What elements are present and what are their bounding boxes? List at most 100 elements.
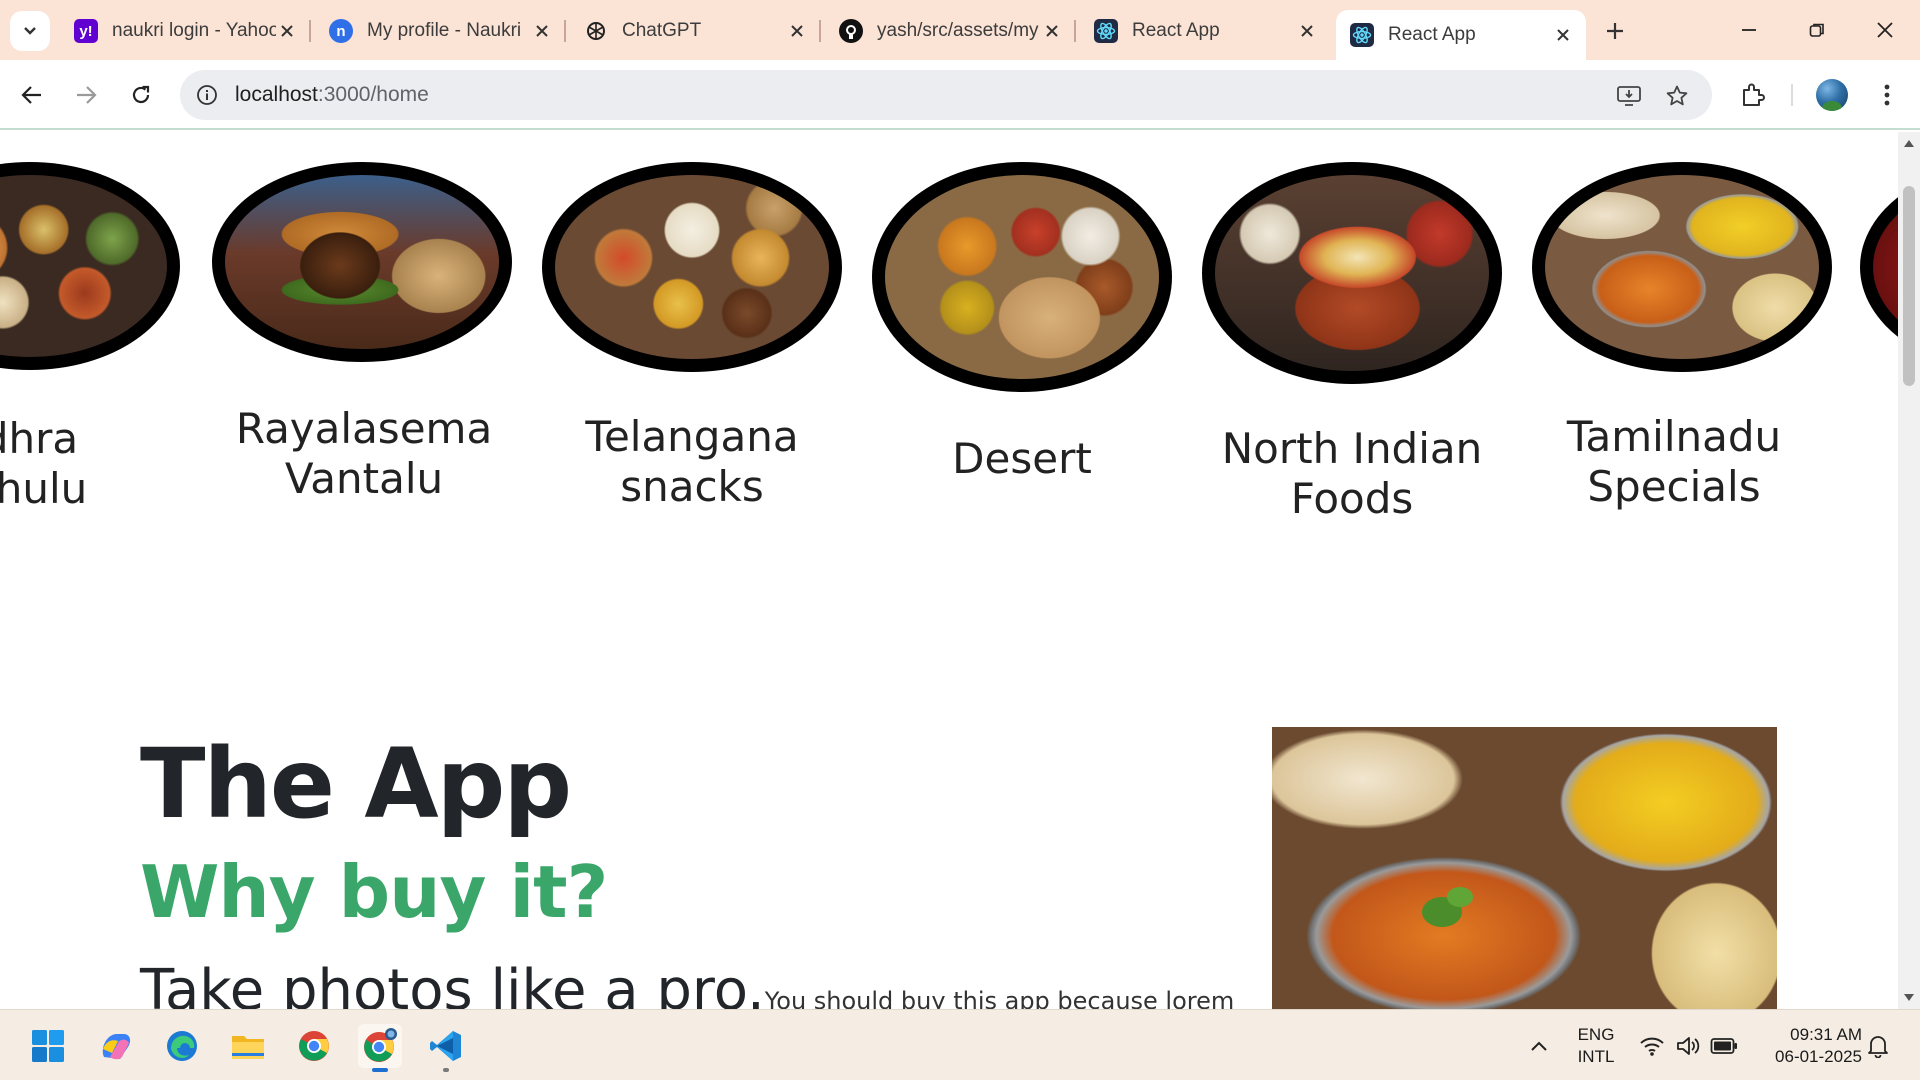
category-image — [1532, 162, 1832, 372]
profile-avatar[interactable] — [1816, 79, 1848, 111]
close-window-button[interactable] — [1860, 12, 1910, 48]
back-button[interactable] — [14, 77, 50, 113]
category-image — [872, 162, 1172, 392]
chrome-dev-icon[interactable] — [358, 1024, 402, 1072]
category-card[interactable]: North Indian Foods — [1200, 162, 1502, 582]
puzzle-icon — [1743, 83, 1765, 106]
copilot-icon[interactable] — [94, 1024, 138, 1068]
minimize-icon — [1742, 29, 1756, 31]
about-title: The App — [140, 728, 572, 840]
notifications-bell-icon[interactable] — [1856, 1024, 1900, 1068]
about-text: Take photos like a pro.You should buy th… — [140, 958, 1234, 1009]
about-body: You should buy this app because lorem — [764, 987, 1235, 1009]
tab-separator — [819, 20, 821, 42]
tab-title: yash/src/assets/my — [877, 20, 1039, 41]
scroll-up-arrow-icon[interactable] — [1904, 140, 1914, 147]
naukri-icon: n — [329, 19, 353, 43]
file-explorer-icon[interactable] — [226, 1024, 270, 1068]
extensions-button[interactable] — [1735, 77, 1771, 113]
windows-start-icon[interactable] — [26, 1024, 70, 1068]
tab-chatgpt[interactable]: ChatGPT — [570, 10, 821, 52]
scroll-down-arrow-icon[interactable] — [1904, 994, 1914, 1001]
tab-separator — [309, 20, 311, 42]
close-icon — [1877, 22, 1893, 38]
github-icon — [839, 19, 863, 43]
tab-react-app-active[interactable]: React App — [1336, 10, 1586, 60]
battery-icon[interactable] — [1702, 1024, 1746, 1068]
category-label: Rayalasema Vantalu — [235, 404, 493, 503]
tab-title: ChatGPT — [622, 20, 702, 41]
yahoo-icon: y! — [74, 19, 98, 43]
category-image — [0, 162, 180, 370]
close-icon[interactable] — [531, 20, 553, 42]
address-url[interactable]: localhost:3000/home — [235, 83, 429, 107]
scrollbar-thumb[interactable] — [1903, 186, 1915, 386]
plus-icon — [1607, 23, 1623, 39]
chevron-up-icon — [1531, 1041, 1547, 1051]
new-tab-button[interactable] — [1598, 14, 1632, 48]
close-icon[interactable] — [1296, 20, 1318, 42]
tab-title: React App — [1388, 24, 1476, 45]
category-card[interactable]: Telangana snacks — [540, 162, 842, 511]
category-card[interactable]: Rayalasema Vantalu — [210, 162, 512, 503]
arrow-left-icon — [21, 86, 41, 104]
tab-title: React App — [1132, 20, 1220, 41]
arrow-right-icon — [77, 86, 97, 104]
keyboard-layout: INTL — [1577, 1047, 1615, 1066]
forward-button[interactable] — [68, 77, 104, 113]
restore-icon — [1809, 23, 1824, 37]
tab-title: naukri login - Yahoo — [112, 20, 276, 41]
chevron-down-icon — [24, 27, 36, 35]
category-card[interactable]: Tamilnadu Specials — [1530, 162, 1832, 511]
clock[interactable]: 09:31 AM 06-01-2025 — [1750, 1024, 1862, 1068]
windows-taskbar: ENG INTL 09:31 AM 06-01-2025 — [0, 1009, 1920, 1080]
browser-menu-button[interactable] — [1869, 77, 1905, 113]
category-card[interactable]: Desert — [870, 162, 1172, 492]
tab-yahoo[interactable]: y! naukri login - Yahoo — [60, 10, 311, 52]
chrome-icon[interactable] — [292, 1024, 336, 1068]
tab-title: My profile - Naukri — [367, 20, 522, 41]
category-image — [212, 162, 512, 362]
about-food-image — [1272, 727, 1777, 1009]
site-info-icon[interactable] — [194, 82, 220, 108]
reload-button[interactable] — [123, 77, 159, 113]
close-icon[interactable] — [1552, 24, 1574, 46]
running-app-indicator — [443, 1068, 449, 1072]
close-icon[interactable] — [276, 20, 298, 42]
clock-date: 06-01-2025 — [1775, 1047, 1862, 1066]
category-image — [1202, 162, 1502, 384]
tab-github[interactable]: yash/src/assets/my — [825, 10, 1076, 52]
category-label: dhrachulu — [0, 414, 88, 513]
close-icon[interactable] — [786, 20, 808, 42]
react-icon — [1094, 19, 1118, 43]
edge-icon[interactable] — [160, 1024, 204, 1068]
tab-naukri[interactable]: n My profile - Naukri — [315, 10, 566, 52]
vscode-icon[interactable] — [424, 1024, 468, 1072]
minimize-button[interactable] — [1724, 12, 1774, 48]
close-icon[interactable] — [1041, 20, 1063, 42]
bookmark-star-icon[interactable] — [1663, 82, 1691, 110]
category-label: North Indian Foods — [1221, 424, 1483, 523]
about-tagline: Take photos like a pro. — [140, 958, 765, 1009]
tab-react-app-1[interactable]: React App — [1080, 10, 1330, 52]
show-hidden-icons-button[interactable] — [1517, 1024, 1561, 1068]
chatgpt-icon — [584, 19, 608, 43]
address-bar[interactable]: localhost:3000/home — [180, 70, 1712, 120]
page-viewport: dhrachulu Rayalasema Vantalu Telangana s… — [0, 132, 1898, 1009]
language-indicator[interactable]: ENG INTL — [1566, 1024, 1626, 1068]
page-scrollbar[interactable] — [1898, 132, 1920, 1009]
restore-button[interactable] — [1792, 12, 1842, 48]
category-card[interactable] — [1860, 162, 1898, 382]
clock-time: 09:31 AM — [1790, 1025, 1862, 1044]
url-host: localhost — [235, 83, 318, 106]
language-code: ENG — [1577, 1025, 1615, 1044]
react-icon — [1350, 23, 1374, 47]
category-image — [542, 162, 842, 372]
install-app-icon[interactable] — [1615, 82, 1643, 110]
category-label: Tamilnadu Specials — [1566, 412, 1782, 511]
browser-toolbar: localhost:3000/home — [0, 60, 1920, 130]
tab-separator — [1074, 20, 1076, 42]
tab-search-button[interactable] — [10, 11, 50, 51]
toolbar-divider — [1791, 84, 1793, 106]
url-path: :3000/home — [317, 83, 429, 106]
